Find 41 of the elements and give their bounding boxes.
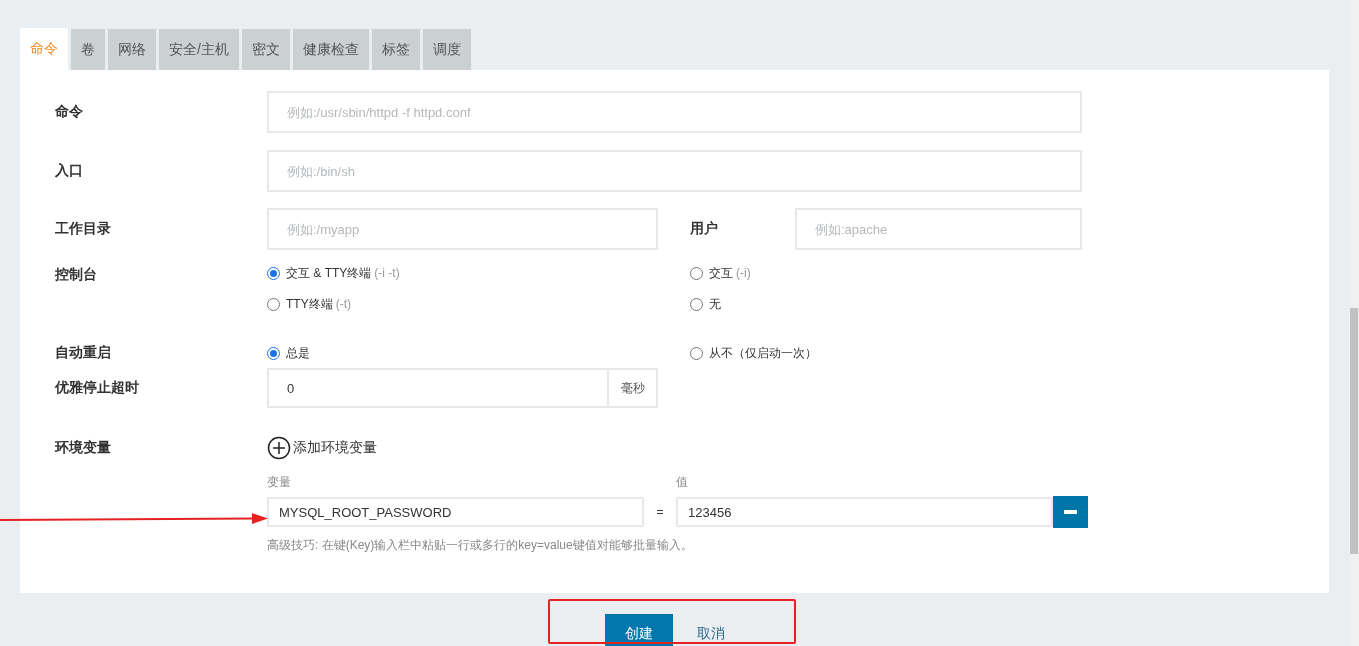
field-label: 优雅停止超时	[55, 379, 140, 397]
tab[interactable]: 安全/主机	[159, 29, 239, 70]
radio-option[interactable]: 交互 (-i)	[690, 265, 990, 282]
radio-option[interactable]: 无	[690, 296, 990, 313]
field-label: 自动重启	[55, 344, 112, 362]
add-env-button[interactable]: 添加环境变量	[267, 436, 377, 460]
variable-input[interactable]: MYSQL_ROOT_PASSWORD	[267, 497, 644, 527]
scrollbar[interactable]	[1349, 0, 1359, 646]
field-label: 工作目录	[55, 220, 112, 238]
minus-icon	[1064, 510, 1077, 514]
field-label: 用户	[690, 220, 719, 238]
tab[interactable]: 网络	[108, 29, 156, 70]
field-label: 控制台	[55, 266, 98, 284]
equals-sign: =	[655, 505, 665, 519]
tab[interactable]: 密文	[241, 29, 290, 70]
entrypoint-input[interactable]: 例如:/bin/sh	[267, 150, 1082, 192]
remove-button[interactable]	[1053, 496, 1088, 528]
unit-addon: 毫秒	[609, 368, 658, 408]
create-button[interactable]: 创建	[605, 614, 673, 646]
tab[interactable]: 调度	[422, 29, 471, 70]
tab[interactable]: 标签	[371, 29, 420, 70]
value-input[interactable]: 123456	[676, 497, 1053, 527]
radio-option[interactable]: TTY终端 (-t)	[267, 296, 690, 313]
field-label: 环境变量	[55, 439, 112, 457]
command-input[interactable]: 例如:/usr/sbin/httpd -f httpd.conf	[267, 91, 1082, 133]
workdir-input[interactable]: 例如:/myapp	[267, 208, 658, 250]
radio-option[interactable]: 从不（仅启动一次）	[690, 344, 990, 362]
field-label: 入口	[55, 162, 84, 180]
tab[interactable]: 健康检查	[292, 29, 369, 70]
radio-option[interactable]: 总是	[267, 344, 690, 362]
plus-circle-icon	[267, 436, 291, 460]
field-label: 命令	[55, 103, 84, 121]
column-header: 值	[676, 474, 688, 491]
tab[interactable]: 卷	[71, 29, 105, 70]
user-input[interactable]: 例如:apache	[795, 208, 1082, 250]
radio-option[interactable]: 交互 & TTY终端 (-i -t)	[267, 265, 690, 282]
scrollbar-thumb[interactable]	[1350, 308, 1358, 554]
hint-text: 高级技巧: 在键(Key)输入栏中粘贴一行或多行的key=value键值对能够批量输入。	[267, 537, 694, 554]
timeout-input[interactable]: 0	[267, 368, 609, 408]
column-header: 变量	[267, 474, 292, 491]
cancel-button[interactable]: 取消	[695, 614, 727, 646]
